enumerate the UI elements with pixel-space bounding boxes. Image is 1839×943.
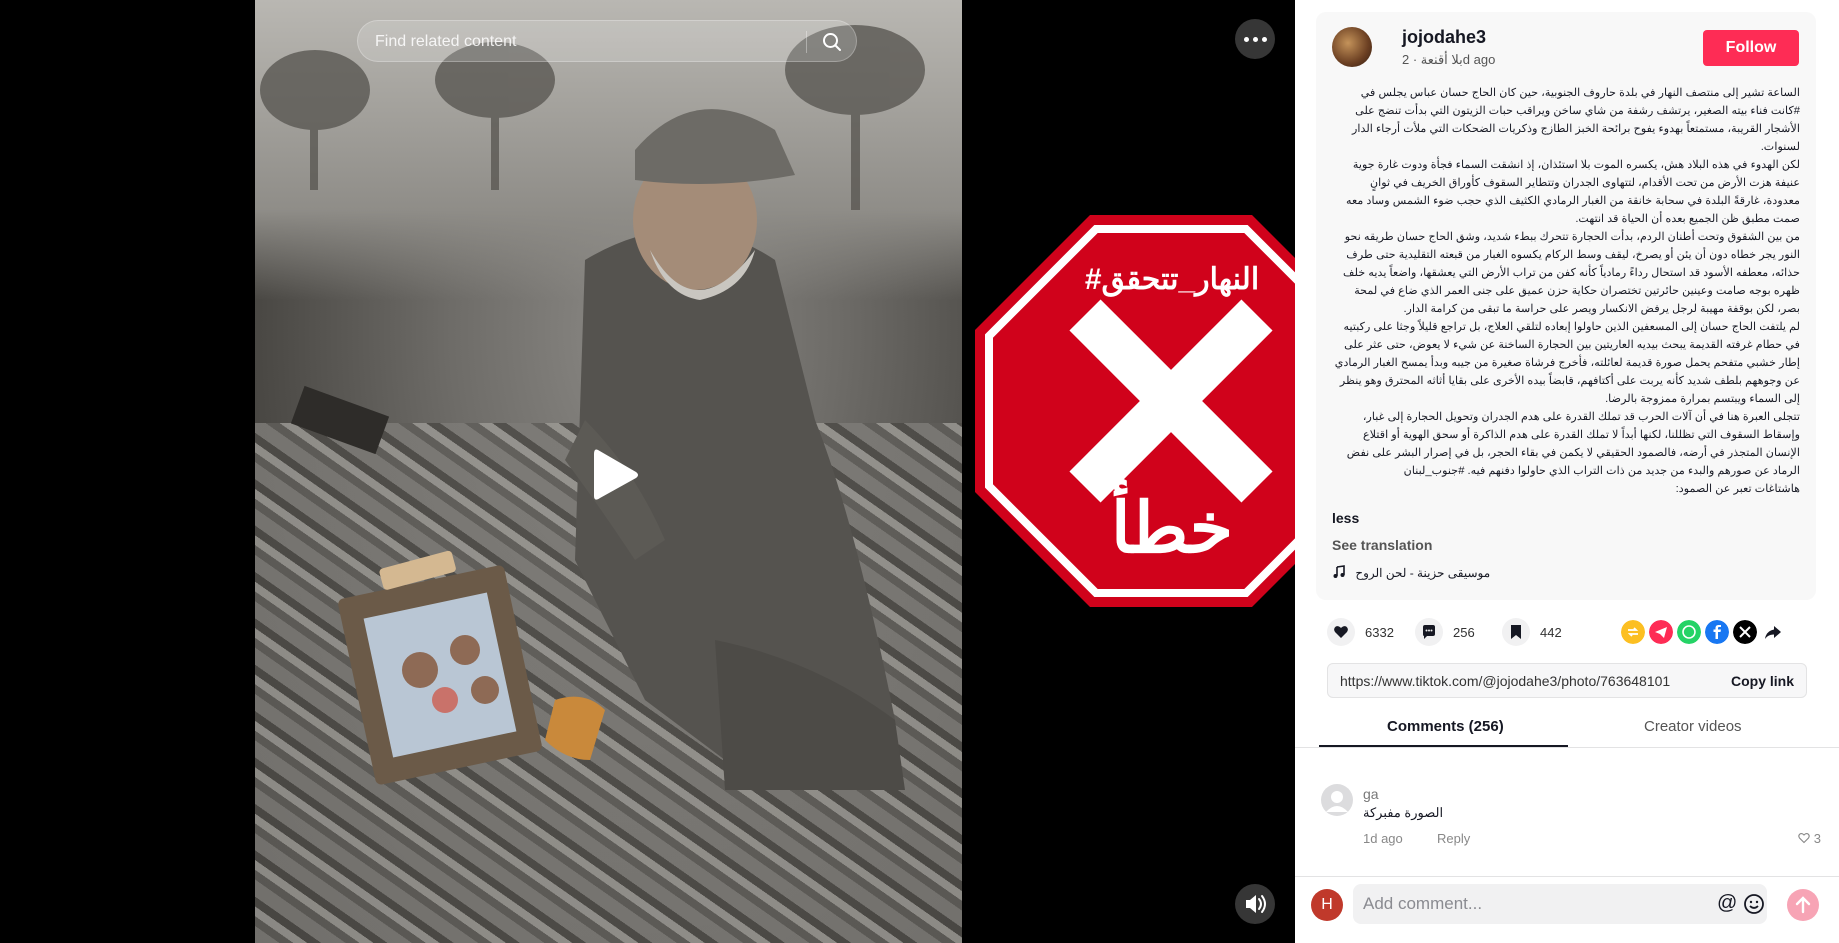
telegram-icon[interactable]: [1649, 620, 1673, 644]
action-bar: 6332 256 442: [1327, 618, 1807, 646]
arrow-up-icon: [1795, 896, 1811, 914]
add-comment-input[interactable]: [1353, 884, 1767, 924]
active-tab-indicator: [1319, 745, 1568, 747]
stamp-hashtag: #النهار_تتحقق: [1084, 263, 1260, 296]
more-options-button[interactable]: [1235, 19, 1275, 59]
comment-like-count: 3: [1813, 831, 1821, 846]
tab-comments[interactable]: Comments (256): [1387, 718, 1504, 735]
default-avatar-icon: [1326, 791, 1348, 812]
current-user-avatar[interactable]: H: [1311, 889, 1343, 921]
related-search-box[interactable]: Find related content: [357, 20, 857, 62]
comments-tabs: Comments (256) Creator videos: [1295, 710, 1839, 748]
reply-button[interactable]: Reply: [1437, 831, 1470, 846]
bookmark-icon[interactable]: [1502, 618, 1530, 646]
less-toggle[interactable]: less: [1332, 510, 1359, 526]
see-translation-link[interactable]: See translation: [1332, 537, 1432, 553]
music-note-icon: [1333, 565, 1345, 578]
follow-button[interactable]: Follow: [1703, 30, 1799, 66]
related-search-placeholder[interactable]: Find related content: [375, 33, 516, 51]
description-card: jojodahe3 بلا أقنعة · 2d ago Follow السا…: [1316, 12, 1816, 600]
tiktok-photo-page: Find related content #النهار_تتحقق خطأ j…: [0, 0, 1839, 943]
description-paragraph: من بين الشقوق وتحت أطنان الردم، بدأت الح…: [1343, 231, 1800, 315]
commenter-avatar[interactable]: [1321, 784, 1353, 816]
play-icon[interactable]: [578, 440, 648, 510]
save-count: 442: [1540, 624, 1562, 640]
music-link[interactable]: موسيقى حزينة - لحن الروح: [1332, 565, 1490, 580]
volume-button[interactable]: [1235, 884, 1275, 924]
post-description: الساعة تشير إلى منتصف النهار في بلدة حار…: [1330, 84, 1800, 498]
description-paragraph: لكن الهدوء في هذه البلاد هش، يكسره الموت…: [1345, 159, 1800, 225]
mention-icon[interactable]: @: [1717, 892, 1737, 915]
dot-icon: [1262, 37, 1267, 42]
search-divider: [806, 31, 807, 53]
description-paragraph: هاشتاغات تعبر عن الصمود:: [1675, 483, 1800, 495]
creator-avatar[interactable]: [1332, 27, 1372, 67]
comment-icon[interactable]: [1415, 618, 1443, 646]
copy-link-button[interactable]: Copy link: [1731, 673, 1794, 689]
heart-outline-icon[interactable]: [1798, 832, 1810, 844]
facebook-icon[interactable]: [1705, 620, 1729, 644]
repost-icon[interactable]: [1621, 620, 1645, 644]
comment-like[interactable]: 3: [1798, 831, 1821, 846]
share-link-box: https://www.tiktok.com/@jojodahe3/photo/…: [1327, 663, 1807, 698]
search-icon[interactable]: [820, 30, 844, 54]
post-comment-button[interactable]: [1787, 889, 1819, 921]
commenter-username[interactable]: ga: [1363, 786, 1379, 802]
post-url[interactable]: https://www.tiktok.com/@jojodahe3/photo/…: [1340, 673, 1670, 689]
heart-icon[interactable]: [1327, 618, 1355, 646]
whatsapp-icon[interactable]: [1677, 620, 1701, 644]
share-arrow-icon[interactable]: [1761, 620, 1785, 644]
x-icon[interactable]: [1733, 620, 1757, 644]
speaker-icon: [1246, 895, 1266, 913]
comment-composer: H @: [1295, 876, 1839, 943]
comment-action[interactable]: 256: [1415, 618, 1475, 646]
emoji-icon[interactable]: [1742, 892, 1766, 916]
post-side-panel: jojodahe3 بلا أقنعة · 2d ago Follow السا…: [1295, 0, 1839, 943]
post-meta: بلا أقنعة · 2d ago: [1402, 52, 1496, 67]
comment-time: 1d ago: [1363, 831, 1403, 846]
comment-count: 256: [1453, 624, 1475, 640]
music-title[interactable]: موسيقى حزينة - لحن الروح: [1355, 566, 1490, 580]
creator-username[interactable]: jojodahe3: [1402, 27, 1486, 48]
stamp-verdict: خطأ: [1110, 489, 1234, 567]
comment-item: ga الصورة مفبركة 1d ago Reply 3: [1321, 780, 1821, 850]
dot-icon: [1244, 37, 1249, 42]
like-action[interactable]: 6332: [1327, 618, 1394, 646]
description-paragraph: لم يلتفت الحاج حسان إلى المسعفين الذين ح…: [1334, 321, 1800, 405]
tab-creator-videos[interactable]: Creator videos: [1644, 718, 1742, 735]
description-paragraph: تتجلى العبرة هنا في أن آلات الحرب قد تمل…: [1346, 411, 1800, 477]
save-action[interactable]: 442: [1502, 618, 1562, 646]
like-count: 6332: [1365, 624, 1394, 640]
description-paragraph: الساعة تشير إلى منتصف النهار في بلدة حار…: [1352, 87, 1800, 153]
comment-text: الصورة مفبركة: [1363, 805, 1444, 820]
dot-icon: [1253, 37, 1258, 42]
